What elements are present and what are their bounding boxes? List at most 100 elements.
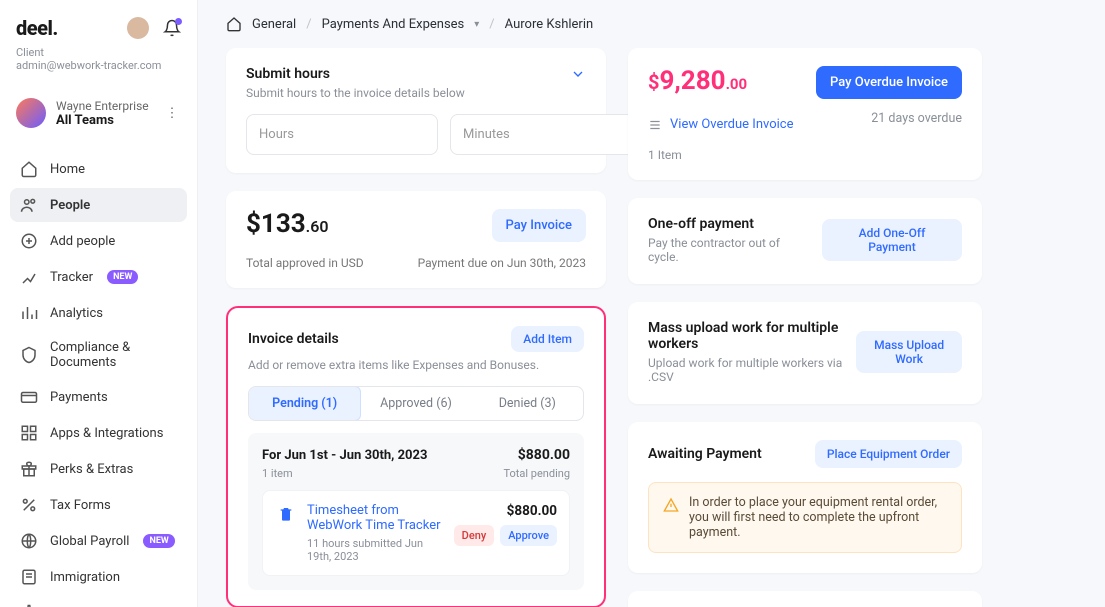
main-content: General / Payments And Expenses ▾ / Auro… bbox=[198, 0, 1105, 607]
client-email: admin@webwork-tracker.com bbox=[10, 59, 187, 84]
mass-upload-card: Mass upload work for multiple workers Up… bbox=[628, 302, 982, 404]
apps-icon bbox=[20, 424, 38, 442]
view-overdue-link[interactable]: View Overdue Invoice bbox=[648, 117, 793, 132]
place-order-button[interactable]: Place Equipment Order bbox=[815, 440, 962, 468]
period-items: 1 item bbox=[262, 467, 293, 480]
nav-label: Tracker bbox=[50, 270, 93, 285]
delete-item-icon[interactable] bbox=[275, 503, 297, 563]
approved-amount: $133.60 bbox=[246, 209, 329, 239]
nav-payroll[interactable]: Global Payroll NEW bbox=[10, 524, 187, 558]
overdue-card: $9,280.00 Pay Overdue Invoice View Overd… bbox=[628, 48, 982, 180]
org-switcher[interactable]: Wayne Enterprise All Teams ⋮ bbox=[10, 90, 187, 136]
tab-approved[interactable]: Approved (6) bbox=[360, 387, 471, 420]
globe-icon bbox=[20, 532, 38, 550]
nav-add-people[interactable]: Add people bbox=[10, 224, 187, 258]
nav-tax[interactable]: Tax Forms bbox=[10, 488, 187, 522]
minutes-input[interactable] bbox=[450, 114, 642, 155]
breadcrumb-payments[interactable]: Payments And Expenses bbox=[322, 17, 465, 32]
add-oneoff-button[interactable]: Add One-Off Payment bbox=[822, 219, 962, 261]
invoice-tabs: Pending (1) Approved (6) Denied (3) bbox=[248, 386, 584, 421]
nav-compliance[interactable]: Compliance & Documents bbox=[10, 332, 187, 378]
notifications-icon[interactable] bbox=[163, 19, 181, 37]
oneoff-title: One-off payment bbox=[648, 216, 812, 232]
nav-label: People bbox=[50, 198, 90, 213]
percent-icon bbox=[20, 496, 38, 514]
invoice-details-card: Invoice details Add Item Add or remove e… bbox=[226, 306, 606, 607]
new-badge: NEW bbox=[107, 270, 138, 284]
org-team: All Teams bbox=[56, 113, 153, 128]
tab-pending[interactable]: Pending (1) bbox=[248, 386, 361, 421]
nav-payments[interactable]: Payments bbox=[10, 380, 187, 414]
gift-icon bbox=[20, 460, 38, 478]
nav-tracker[interactable]: Tracker NEW bbox=[10, 260, 187, 294]
breadcrumb-home-icon[interactable] bbox=[226, 16, 242, 32]
nav-analytics[interactable]: Analytics bbox=[10, 296, 187, 330]
card-icon bbox=[20, 388, 38, 406]
oneoff-card: One-off payment Pay the contractor out o… bbox=[628, 198, 982, 284]
approved-left-sub: Total approved in USD bbox=[246, 256, 364, 270]
tab-denied[interactable]: Denied (3) bbox=[472, 387, 583, 420]
org-avatar-icon bbox=[16, 98, 46, 128]
sidebar: deel. Client admin@webwork-tracker.com W… bbox=[0, 0, 198, 607]
breadcrumb-person: Aurore Kshlerin bbox=[505, 17, 594, 32]
nav-label: Analytics bbox=[50, 306, 103, 321]
submit-hours-title: Submit hours bbox=[246, 66, 465, 82]
add-item-button[interactable]: Add Item bbox=[511, 326, 584, 352]
client-label: Client bbox=[10, 46, 187, 59]
item-amount: $880.00 bbox=[507, 503, 557, 519]
nav-label: Home bbox=[50, 162, 85, 177]
history-card: Invoice history bbox=[628, 591, 982, 607]
approved-right-sub: Payment due on Jun 30th, 2023 bbox=[418, 256, 586, 270]
org-name: Wayne Enterprise bbox=[56, 99, 153, 113]
new-badge: NEW bbox=[143, 534, 174, 548]
breadcrumb-sep: / bbox=[489, 17, 494, 32]
home-icon bbox=[20, 160, 38, 178]
invoice-subtitle: Add or remove extra items like Expenses … bbox=[248, 358, 584, 372]
breadcrumbs: General / Payments And Expenses ▾ / Auro… bbox=[198, 0, 1105, 42]
overdue-items: 1 Item bbox=[648, 148, 962, 162]
mass-sub: Upload work for multiple workers via .CS… bbox=[648, 356, 846, 384]
mass-upload-button[interactable]: Mass Upload Work bbox=[856, 331, 962, 373]
oneoff-sub: Pay the contractor out of cycle. bbox=[648, 236, 812, 264]
approve-button[interactable]: Approve bbox=[500, 525, 557, 546]
breadcrumb-general[interactable]: General bbox=[252, 17, 296, 32]
mass-title: Mass upload work for multiple workers bbox=[648, 320, 846, 352]
period-block: For Jun 1st - Jun 30th, 2023 $880.00 1 i… bbox=[248, 433, 584, 590]
nav-label: Apps & Integrations bbox=[50, 426, 163, 441]
nav-people[interactable]: People bbox=[10, 188, 187, 222]
nav-label: Global Payroll bbox=[50, 534, 129, 549]
nav-label: Payments bbox=[50, 390, 108, 405]
plus-circle-icon bbox=[20, 232, 38, 250]
breadcrumb-sep: / bbox=[306, 17, 311, 32]
item-title-link[interactable]: Timesheet from WebWork Time Tracker bbox=[307, 503, 444, 533]
warning-icon bbox=[663, 497, 679, 540]
days-overdue: 21 days overdue bbox=[871, 111, 962, 126]
nav-label: Perks & Extras bbox=[50, 462, 133, 477]
collapse-icon[interactable] bbox=[570, 66, 586, 82]
org-menu-icon[interactable]: ⋮ bbox=[163, 106, 181, 121]
compliance-icon bbox=[20, 346, 38, 364]
awaiting-title: Awaiting Payment bbox=[648, 446, 762, 462]
nav-settings[interactable]: Organization Settings bbox=[10, 596, 187, 607]
nav-immigration[interactable]: Immigration bbox=[10, 560, 187, 594]
nav-perks[interactable]: Perks & Extras bbox=[10, 452, 187, 486]
invoice-title: Invoice details bbox=[248, 331, 339, 347]
overdue-amount: $9,280.00 bbox=[648, 66, 747, 96]
period-title: For Jun 1st - Jun 30th, 2023 bbox=[262, 448, 427, 463]
nav-apps[interactable]: Apps & Integrations bbox=[10, 416, 187, 450]
deny-button[interactable]: Deny bbox=[454, 525, 495, 546]
chevron-down-icon[interactable]: ▾ bbox=[474, 19, 479, 30]
nav-label: Compliance & Documents bbox=[50, 340, 177, 370]
hours-input[interactable] bbox=[246, 114, 438, 155]
people-icon bbox=[20, 196, 38, 214]
pay-overdue-button[interactable]: Pay Overdue Invoice bbox=[816, 66, 962, 99]
notification-dot-icon bbox=[175, 18, 182, 25]
awaiting-card: Awaiting Payment Place Equipment Order I… bbox=[628, 422, 982, 573]
pay-invoice-button[interactable]: Pay Invoice bbox=[492, 209, 586, 242]
immigration-icon bbox=[20, 568, 38, 586]
main-nav: Home People Add people Tracker NEW Analy… bbox=[10, 152, 187, 607]
nav-label: Tax Forms bbox=[50, 498, 111, 513]
nav-home[interactable]: Home bbox=[10, 152, 187, 186]
period-amount: $880.00 bbox=[518, 447, 570, 463]
user-avatar[interactable] bbox=[127, 17, 149, 39]
